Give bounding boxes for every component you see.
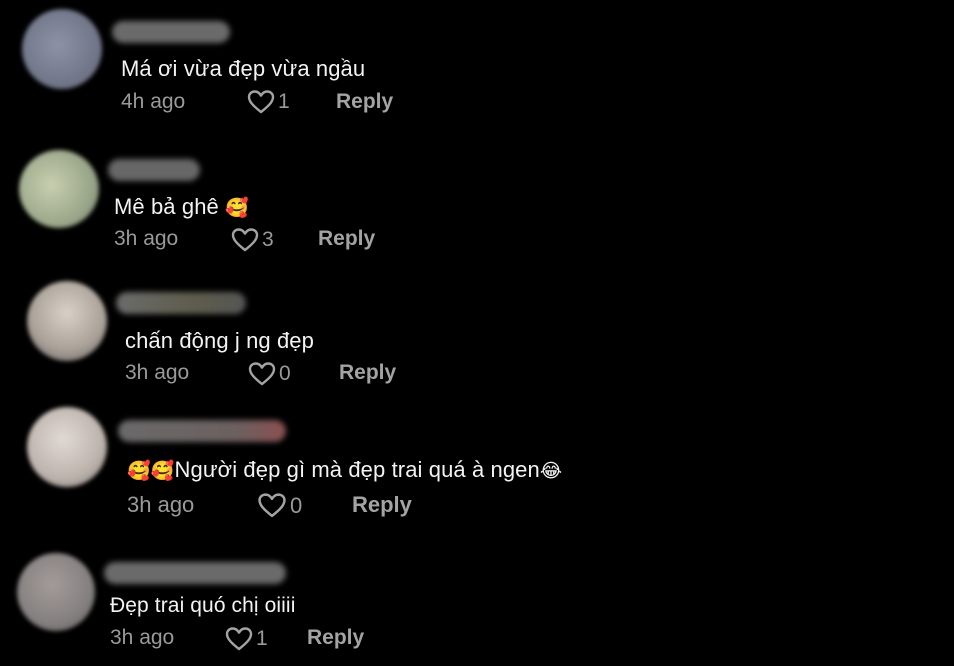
like-count: 3 [262,228,274,251]
heart-icon [225,627,253,651]
comment-timestamp: 3h ago [125,361,190,384]
comment-timestamp: 4h ago [121,90,186,113]
like-button[interactable]: 1 [246,89,290,115]
avatar[interactable] [17,553,95,631]
smiling-hearts-emoji: 🥰🥰 [127,460,175,482]
like-count: 1 [278,90,290,113]
comment-text: Mê bả ghê 🥰 [114,194,249,220]
avatar[interactable] [27,281,107,361]
comment-text: chấn động j ng đẹp [125,328,314,353]
like-count: 0 [290,492,303,518]
username-blurred[interactable] [118,420,286,442]
reply-button[interactable]: Reply [318,227,375,251]
like-button[interactable]: 0 [247,361,291,387]
heart-icon [248,362,276,386]
comment-text: 🥰🥰Người đẹp gì mà đẹp trai quá à ngen😂 [127,457,562,483]
like-count: 0 [279,362,291,385]
comment-text: Đẹp trai quó chị oiiii [110,594,296,617]
like-button[interactable]: 0 [256,492,302,519]
heart-icon [247,90,275,114]
heart-icon [231,228,259,252]
avatar[interactable] [22,9,102,89]
username-blurred[interactable] [108,159,200,181]
tears-of-joy-emoji: 😂 [539,460,563,482]
like-count: 1 [256,627,268,650]
username-blurred[interactable] [112,21,230,43]
comment-timestamp: 3h ago [114,227,179,250]
avatar[interactable] [19,150,99,228]
like-button[interactable]: 3 [230,227,274,253]
avatar[interactable] [27,407,107,487]
like-button[interactable]: 1 [224,626,268,652]
comment-text-body: Người đẹp gì mà đẹp trai quá à ngen [174,457,540,482]
comment-text: Má ơi vừa đẹp vừa ngầu [121,56,366,81]
comment-timestamp: 3h ago [110,626,175,649]
reply-button[interactable]: Reply [307,626,364,650]
reply-button[interactable]: Reply [352,492,412,518]
username-blurred[interactable] [116,292,246,314]
reply-button[interactable]: Reply [336,90,393,114]
username-blurred[interactable] [104,562,286,584]
reply-button[interactable]: Reply [339,361,396,385]
heart-icon [258,493,286,518]
smiling-hearts-emoji: 🥰 [225,197,249,219]
comment-timestamp: 3h ago [127,492,195,517]
comment-text-body: Mê bả ghê [114,194,226,219]
